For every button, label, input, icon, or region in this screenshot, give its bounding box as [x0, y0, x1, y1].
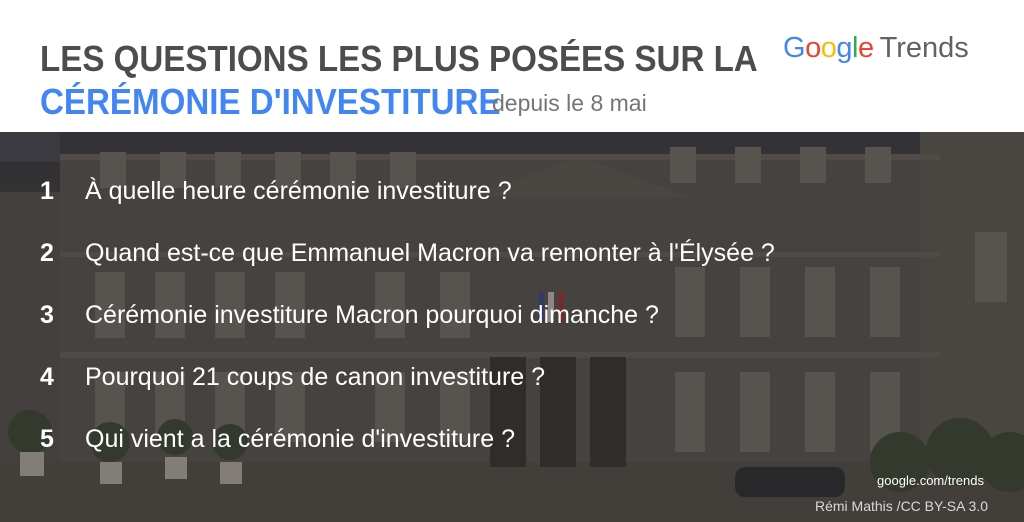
question-rank: 1 [40, 177, 54, 205]
question-rank: 4 [40, 363, 54, 391]
question-text: À quelle heure cérémonie investiture ? [85, 177, 512, 205]
question-text: Qui vient a la cérémonie d'investiture ? [85, 425, 515, 453]
questions-list: 1 À quelle heure cérémonie investiture ?… [0, 132, 1024, 522]
google-trends-logo: Google Trends [783, 34, 969, 63]
question-rank: 3 [40, 301, 54, 329]
question-text: Cérémonie investiture Macron pourquoi di… [85, 301, 659, 329]
question-rank: 5 [40, 425, 54, 453]
question-text: Quand est-ce que Emmanuel Macron va remo… [85, 239, 775, 267]
header: LES QUESTIONS LES PLUS POSÉES SUR LA CÉR… [0, 0, 1024, 132]
title-line-2: CÉRÉMONIE D'INVESTITURE [40, 81, 501, 122]
google-wordmark: Google [783, 32, 874, 64]
palace-background-photo: 1 À quelle heure cérémonie investiture ?… [0, 132, 1024, 522]
photo-credit: Rémi Mathis /CC BY-SA 3.0 [815, 498, 988, 514]
date-range-subtitle: depuis le 8 mai [492, 90, 647, 116]
source-link: google.com/trends [877, 473, 984, 488]
question-text: Pourquoi 21 coups de canon investiture ? [85, 363, 546, 391]
trends-wordmark: Trends [879, 32, 969, 64]
question-rank: 2 [40, 239, 54, 267]
title-line-1: LES QUESTIONS LES PLUS POSÉES SUR LA [40, 38, 758, 79]
